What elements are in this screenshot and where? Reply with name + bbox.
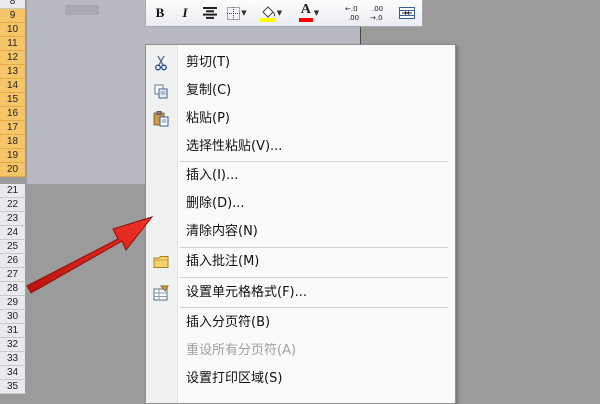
menu-item-label: 删除(D)... [186, 196, 245, 211]
row-header-20[interactable]: 20 [0, 163, 26, 177]
menu-item-label: 插入分页符(B) [186, 315, 271, 330]
copy-icon [152, 83, 170, 99]
row-header-10[interactable]: 10 [0, 23, 26, 37]
row-header-22[interactable]: 22 [0, 198, 26, 212]
increase-decimal-icon: ←.0 .00 [345, 5, 359, 22]
mini-toolbar: B I ▼ ▼ A ▼ ←.0 .00 .00 →.0 [145, 0, 423, 27]
row-header-25[interactable]: 25 [0, 240, 26, 254]
bold-button[interactable]: B [151, 3, 169, 23]
decrease-decimal-button[interactable]: .00 →.0 [368, 3, 390, 23]
row-header-32[interactable]: 32 [0, 338, 26, 352]
row-header-16[interactable]: 16 [0, 107, 26, 121]
menu-item-label: 重设所有分页符(A) [186, 343, 297, 358]
fill-color-button[interactable]: ▼ [257, 3, 285, 23]
merge-center-button[interactable] [396, 3, 418, 23]
paste-icon [152, 111, 170, 127]
row-header-30[interactable]: 30 [0, 310, 26, 324]
row-header-27[interactable]: 27 [0, 268, 26, 282]
menu-item-label: 插入(I)... [186, 168, 239, 183]
menu-item-label: 剪切(T) [186, 55, 231, 70]
menu-item-insert-comment[interactable]: 插入批注(M) [146, 250, 455, 274]
menu-item-label: 设置单元格格式(F)... [186, 285, 308, 300]
increase-decimal-button[interactable]: ←.0 .00 [343, 3, 365, 23]
menu-separator [180, 277, 448, 278]
comment-icon [152, 254, 170, 270]
row-header-24[interactable]: 24 [0, 226, 26, 240]
row-header-11[interactable]: 11 [0, 37, 26, 51]
menu-item-label: 选择性粘贴(V)... [186, 139, 283, 154]
menu-separator [180, 161, 448, 162]
menu-item-insert[interactable]: 插入(I)... [146, 164, 455, 188]
svg-text:→.0: →.0 [370, 14, 383, 22]
row-header-26[interactable]: 26 [0, 254, 26, 268]
row-header-14[interactable]: 14 [0, 79, 26, 93]
scissors-icon [152, 55, 170, 71]
menu-separator [180, 307, 448, 308]
menu-item-copy[interactable]: 复制(C) [146, 79, 455, 103]
menu-item-label: 设置打印区域(S) [186, 371, 283, 386]
format-cells-icon [152, 285, 170, 301]
row-header-29[interactable]: 29 [0, 296, 26, 310]
row-header-12[interactable]: 12 [0, 51, 26, 65]
menu-item-paste-special[interactable]: 选择性粘贴(V)... [146, 135, 455, 159]
menu-item-clear-contents[interactable]: 清除内容(N) [146, 220, 455, 244]
row-header-31[interactable]: 31 [0, 324, 26, 338]
row-header-9[interactable]: 9 [0, 9, 26, 23]
row-header-34[interactable]: 34 [0, 366, 26, 380]
chevron-down-icon[interactable]: ▼ [314, 9, 319, 17]
row-header-35[interactable]: 35 [0, 380, 26, 394]
font-color-letter: A [300, 2, 311, 17]
row-header-21[interactable]: 21 [0, 184, 26, 198]
align-center-icon [203, 7, 217, 19]
paint-bucket-icon [259, 6, 276, 22]
svg-text:.00: .00 [348, 14, 359, 22]
svg-text:←.0: ←.0 [345, 5, 358, 13]
menu-item-label: 清除内容(N) [186, 224, 258, 239]
menu-item-reset-page-breaks: 重设所有分页符(A) [146, 339, 455, 363]
italic-button[interactable]: I [176, 3, 194, 23]
svg-text:.00: .00 [372, 5, 383, 13]
row-header-33[interactable]: 33 [0, 352, 26, 366]
decrease-decimal-icon: .00 →.0 [370, 5, 383, 22]
menu-item-insert-page-break[interactable]: 插入分页符(B) [146, 311, 455, 335]
row-header-17[interactable]: 17 [0, 121, 26, 135]
active-cell[interactable] [65, 5, 99, 15]
menu-item-label: 复制(C) [186, 83, 232, 98]
row-header-19[interactable]: 19 [0, 149, 26, 163]
menu-item-cut[interactable]: 剪切(T) [146, 51, 455, 75]
font-color-icon: A [298, 2, 313, 22]
borders-button[interactable]: ▼ [226, 3, 248, 23]
menu-item-delete[interactable]: 删除(D)... [146, 192, 455, 216]
row-header-18[interactable]: 18 [0, 135, 26, 149]
chevron-down-icon[interactable]: ▼ [241, 9, 246, 17]
row-header-28[interactable]: 28 [0, 282, 26, 296]
menu-item-format-cells[interactable]: 设置单元格格式(F)... [146, 281, 455, 305]
menu-item-label: 粘贴(P) [186, 111, 230, 126]
chevron-down-icon[interactable]: ▼ [277, 9, 282, 17]
row-header-8[interactable]: 8 [0, 0, 26, 9]
row-header-23[interactable]: 23 [0, 212, 26, 226]
menu-item-label: 插入批注(M) [186, 254, 260, 269]
menu-item-paste[interactable]: 粘贴(P) [146, 107, 455, 131]
row-header-15[interactable]: 15 [0, 93, 26, 107]
row-header-strip: 8 9 10 11 12 13 14 15 16 17 18 19 20 21 … [0, 0, 27, 400]
border-icon [227, 6, 241, 20]
font-color-button[interactable]: A ▼ [295, 2, 323, 23]
row-header-13[interactable]: 13 [0, 65, 26, 79]
context-menu: 剪切(T) 复制(C) 粘贴(P) 选择性粘贴(V)... 插入(I)... 删… [145, 44, 456, 404]
merge-cells-icon [399, 7, 415, 19]
menu-separator [180, 247, 448, 248]
center-align-button[interactable] [201, 3, 219, 23]
menu-item-set-print-area[interactable]: 设置打印区域(S) [146, 367, 455, 391]
